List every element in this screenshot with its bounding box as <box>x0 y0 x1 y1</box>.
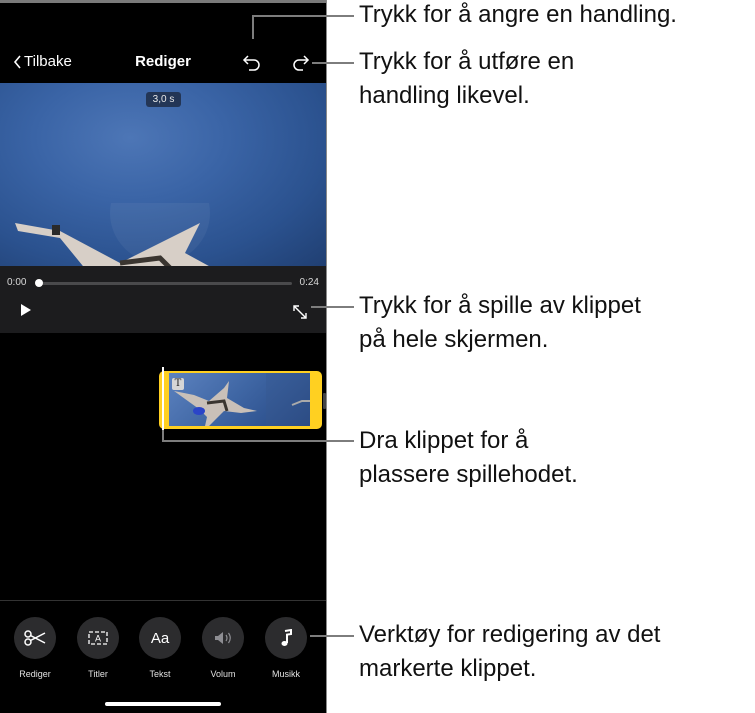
page-title: Rediger <box>135 53 191 70</box>
tool-rediger[interactable]: Rediger <box>13 617 57 679</box>
callout-tools: Verktøy for redigering av det markerte k… <box>359 618 660 686</box>
callout-line-fullscreen <box>311 306 354 308</box>
undo-button[interactable] <box>242 52 264 74</box>
skydiver-image <box>15 203 210 266</box>
titles-icon: A <box>88 631 108 645</box>
callout-text: handling likevel. <box>359 82 530 109</box>
phone-edge <box>326 0 327 713</box>
speaker-icon <box>215 632 231 644</box>
text-aa-icon: Aa <box>150 629 170 647</box>
toolbar-divider <box>0 600 326 601</box>
callout-line-undo <box>252 15 354 17</box>
video-preview[interactable] <box>0 83 326 266</box>
callout-text: Dra klippet for å <box>359 427 529 454</box>
tool-label: Volum <box>210 669 236 679</box>
skydiver-thumbnail <box>291 400 310 406</box>
tool-label: Musikk <box>271 669 300 679</box>
callout-line-tools <box>310 635 354 637</box>
callout-text: Trykk for å spille av klippet <box>359 292 641 319</box>
callout-line-playhead <box>162 440 354 442</box>
play-button[interactable] <box>20 303 32 322</box>
tool-label: Titler <box>88 669 108 679</box>
playhead[interactable] <box>162 367 164 433</box>
scrubber-knob[interactable] <box>35 279 43 287</box>
tool-circle: Aa <box>139 617 181 659</box>
callout-text: Verktøy for redigering av det <box>359 621 661 648</box>
svg-text:A: A <box>95 634 101 644</box>
nav-bar: Tilbake Rediger <box>0 39 326 85</box>
tool-circle <box>202 617 244 659</box>
home-indicator[interactable] <box>105 702 221 706</box>
tool-circle <box>265 617 307 659</box>
total-time: 0:24 <box>299 277 319 288</box>
fullscreen-button[interactable] <box>292 304 308 325</box>
tool-titler[interactable]: A Titler <box>76 617 120 679</box>
callout-text: Trykk for å utføre en <box>359 48 575 75</box>
callout-redo: Trykk for å utføre en handling likevel. <box>359 45 574 113</box>
undo-arrow-icon <box>242 55 260 71</box>
current-time: 0:00 <box>7 277 27 288</box>
expand-arrows-icon <box>293 305 307 319</box>
callout-text: markerte klippet. <box>359 655 537 682</box>
scrubber-track[interactable] <box>38 282 292 285</box>
selected-clip[interactable]: T <box>159 371 322 429</box>
play-icon <box>21 304 31 316</box>
callout-line-redo <box>312 62 354 64</box>
tool-volum[interactable]: Volum <box>201 617 245 679</box>
callout-text: Trykk for å angre en handling. <box>359 1 677 28</box>
phone-screen: Tilbake Rediger 3,0 s 0:00 0:24 T Redige… <box>0 0 326 713</box>
callout-line-undo <box>252 15 254 39</box>
playback-controls: 0:00 0:24 <box>0 266 326 333</box>
callout-playhead: Dra klippet for å plassere spillehodet. <box>359 424 578 492</box>
redo-button[interactable] <box>289 52 311 74</box>
tool-musikk[interactable]: Musikk <box>264 617 308 679</box>
callout-text: plassere spillehodet. <box>359 461 578 488</box>
tool-circle <box>14 617 56 659</box>
callout-text: på hele skjermen. <box>359 326 549 353</box>
callout-fullscreen: Trykk for å spille av klippet på hele sk… <box>359 289 641 357</box>
clip-thumbnail <box>266 373 310 426</box>
callout-undo: Trykk for å angre en handling. <box>359 0 677 32</box>
tool-tekst[interactable]: Aa Tekst <box>138 617 182 679</box>
tool-label: Rediger <box>19 669 51 679</box>
music-note-icon <box>281 629 292 646</box>
title-badge-icon: T <box>172 378 184 390</box>
tool-label: Tekst <box>149 669 171 679</box>
redo-arrow-icon <box>293 55 310 71</box>
clip-duration-badge: 3,0 s <box>146 92 181 107</box>
tool-circle: A <box>77 617 119 659</box>
scissors-icon <box>24 630 46 646</box>
